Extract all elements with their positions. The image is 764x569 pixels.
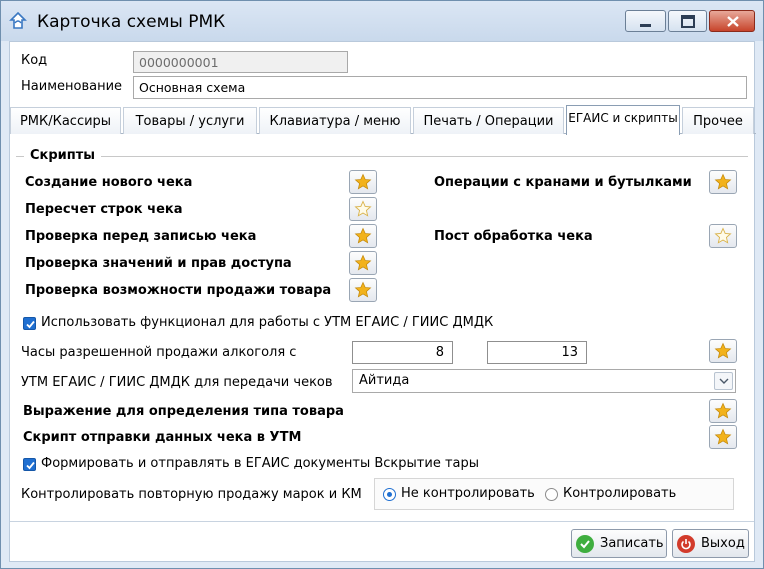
utm-select[interactable]: Айтида	[352, 369, 736, 393]
check-circle-icon	[576, 534, 594, 553]
star-filled-icon	[714, 342, 732, 359]
radio-control[interactable]	[545, 488, 558, 501]
star-filled-icon	[714, 428, 732, 445]
script-taps-bottles-button[interactable]	[709, 170, 737, 194]
send-script-label: Скрипт отправки данных чека в УТМ	[23, 430, 302, 445]
tab-label: РМК/Кассиры	[19, 114, 112, 129]
star-filled-icon	[354, 227, 372, 244]
exit-button[interactable]: Выход	[672, 529, 749, 558]
maximize-icon	[681, 15, 695, 28]
tab-label: ЕГАИС и скрипты	[568, 111, 678, 125]
script-label-check-sale: Проверка возможности продажи товара	[25, 283, 332, 298]
script-label-check-before-save: Проверка перед записью чека	[25, 229, 257, 244]
star-outline-icon	[354, 200, 372, 217]
tab-label: Прочее	[693, 114, 743, 129]
utm-label: УТМ ЕГАИС / ГИИС ДМДК для передачи чеков	[21, 375, 333, 390]
send-script-button[interactable]	[709, 425, 737, 449]
star-filled-icon	[354, 254, 372, 271]
radio-no-control-label[interactable]: Не контролировать	[401, 486, 535, 501]
alcohol-hours-from-field[interactable]: 8	[352, 341, 453, 364]
tab-label: Клавиатура / меню	[269, 114, 401, 129]
app-logo-icon	[9, 11, 27, 29]
tab-keyboard-menu[interactable]: Клавиатура / меню	[259, 107, 411, 134]
use-utm-label: Использовать функционал для работы с УТМ…	[41, 315, 494, 330]
tab-strip: РМК/Кассиры Товары / услуги Клавиатура /…	[10, 105, 756, 135]
save-button-label: Записать	[600, 536, 664, 551]
name-field[interactable]: Основная схема	[133, 76, 747, 99]
tab-rmk-cashiers[interactable]: РМК/Кассиры	[10, 107, 121, 134]
alcohol-hours-label: Часы разрешенной продажи алкоголя с	[21, 345, 297, 360]
tab-other[interactable]: Прочее	[682, 107, 754, 134]
window: Карточка схемы РМК Код 0000000001 Наимен…	[0, 0, 764, 569]
script-post-processing-button[interactable]	[709, 224, 737, 248]
star-filled-icon	[714, 402, 732, 419]
utm-select-value: Айтида	[359, 373, 410, 388]
script-label-new-receipt: Создание нового чека	[25, 175, 193, 190]
star-outline-icon	[714, 227, 732, 244]
name-label: Наименование	[21, 79, 123, 94]
radio-no-control[interactable]	[383, 488, 396, 501]
script-recalc-rows-button[interactable]	[349, 197, 377, 221]
use-utm-checkbox[interactable]	[23, 317, 36, 330]
tab-goods-services[interactable]: Товары / услуги	[123, 107, 257, 134]
repeat-sale-label: Контролировать повторную продажу марок и…	[21, 487, 362, 502]
title-bar[interactable]: Карточка схемы РМК	[1, 1, 763, 41]
tab-egais-scripts[interactable]: ЕГАИС и скрипты	[566, 105, 680, 135]
script-label-taps-bottles: Операции с кранами и бутылками	[434, 175, 692, 190]
tab-label: Товары / услуги	[135, 114, 245, 129]
product-type-expr-button[interactable]	[709, 399, 737, 423]
scripts-group-divider	[16, 156, 748, 157]
minimize-icon	[640, 24, 651, 27]
close-icon	[727, 16, 739, 27]
maximize-button[interactable]	[668, 10, 707, 32]
script-label-recalc-rows: Пересчет строк чека	[25, 202, 183, 217]
star-filled-icon	[714, 173, 732, 190]
footer-divider	[10, 521, 754, 522]
send-opening-label: Формировать и отправлять в ЕГАИС докумен…	[41, 456, 480, 471]
radio-control-label[interactable]: Контролировать	[563, 486, 676, 501]
close-button[interactable]	[709, 10, 755, 32]
scripts-group-title: Скрипты	[24, 148, 102, 163]
script-label-check-access: Проверка значений и прав доступа	[25, 256, 292, 271]
save-button[interactable]: Записать	[571, 529, 667, 558]
product-type-expr-label: Выражение для определения типа товара	[23, 404, 344, 419]
script-check-before-save-button[interactable]	[349, 224, 377, 248]
alcohol-hours-to-field[interactable]: 13	[487, 341, 587, 364]
script-check-access-button[interactable]	[349, 251, 377, 275]
power-icon	[677, 534, 695, 553]
tab-print-operations[interactable]: Печать / Операции	[413, 107, 564, 134]
exit-button-label: Выход	[701, 536, 745, 551]
checkmark-icon	[26, 320, 35, 329]
checkmark-icon	[26, 461, 35, 470]
alcohol-hours-script-button[interactable]	[709, 339, 737, 363]
chevron-down-icon	[719, 378, 728, 384]
minimize-button[interactable]	[625, 10, 666, 32]
repeat-sale-radio-group: Не контролировать Контролировать	[374, 478, 734, 510]
tab-label: Печать / Операции	[423, 114, 554, 129]
script-check-sale-button[interactable]	[349, 278, 377, 302]
star-filled-icon	[354, 281, 372, 298]
star-filled-icon	[354, 173, 372, 190]
dropdown-button[interactable]	[714, 372, 733, 390]
code-label: Код	[21, 53, 48, 68]
code-field[interactable]: 0000000001	[133, 51, 348, 73]
script-label-post-processing: Пост обработка чека	[434, 229, 593, 244]
dialog-body: Код 0000000001 Наименование Основная схе…	[9, 41, 756, 562]
send-opening-checkbox[interactable]	[23, 458, 36, 471]
window-title: Карточка схемы РМК	[37, 12, 226, 32]
script-new-receipt-button[interactable]	[349, 170, 377, 194]
